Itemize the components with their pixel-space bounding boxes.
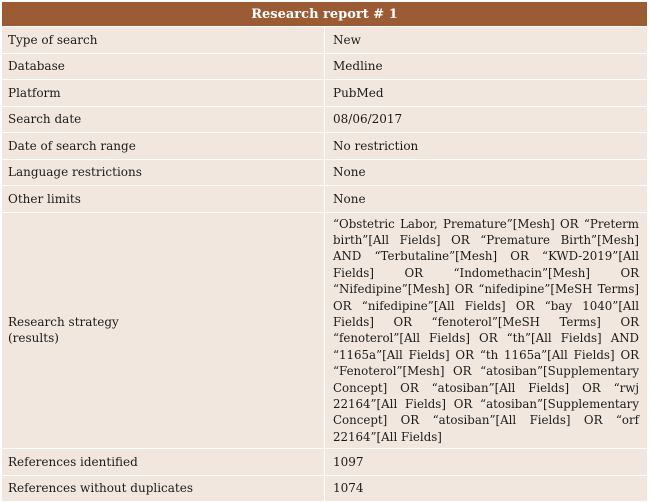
row-value-research-strategy: “Obstetric Labor, Premature”[Mesh] OR “P… <box>324 211 648 450</box>
table-row: Date of search range No restriction <box>1 132 648 160</box>
row-value-references-identified: 1097 <box>324 448 648 476</box>
research-strategy-label-line2: (results) <box>8 331 59 346</box>
table-row: Platform PubMed <box>1 79 648 107</box>
row-label-search-date: Search date <box>1 105 325 133</box>
table-row: Type of search New <box>1 26 648 54</box>
table-row: Language restrictions None <box>1 158 648 186</box>
row-label-references-without-duplicates: References without duplicates <box>1 474 325 502</box>
table-row: Search date 08/06/2017 <box>1 105 648 133</box>
row-label-research-strategy: Research strategy (results) <box>1 211 325 450</box>
row-value-language-restrictions: None <box>324 158 648 186</box>
report-title: Research report # 1 <box>1 1 648 27</box>
row-value-references-without-duplicates: 1074 <box>324 474 648 502</box>
table-row: References identified 1097 <box>1 448 648 476</box>
row-value-date-range: No restriction <box>324 132 648 160</box>
row-value-search-date: 08/06/2017 <box>324 105 648 133</box>
research-report-table: Research report # 1 Type of search New D… <box>1 1 648 502</box>
table-row: References without duplicates 1074 <box>1 474 648 502</box>
row-value-platform: PubMed <box>324 79 648 107</box>
row-value-other-limits: None <box>324 185 648 213</box>
row-label-date-range: Date of search range <box>1 132 325 160</box>
row-value-database: Medline <box>324 52 648 80</box>
table-row-research-strategy: Research strategy (results) “Obstetric L… <box>1 211 648 450</box>
row-label-language-restrictions: Language restrictions <box>1 158 325 186</box>
row-label-type-of-search: Type of search <box>1 26 325 54</box>
report-header-row: Research report # 1 <box>1 1 648 27</box>
row-value-type-of-search: New <box>324 26 648 54</box>
row-label-references-identified: References identified <box>1 448 325 476</box>
research-strategy-label-line1: Research strategy <box>8 315 119 330</box>
row-label-other-limits: Other limits <box>1 185 325 213</box>
table-row: Database Medline <box>1 52 648 80</box>
table-row: Other limits None <box>1 185 648 213</box>
row-label-database: Database <box>1 52 325 80</box>
row-label-platform: Platform <box>1 79 325 107</box>
